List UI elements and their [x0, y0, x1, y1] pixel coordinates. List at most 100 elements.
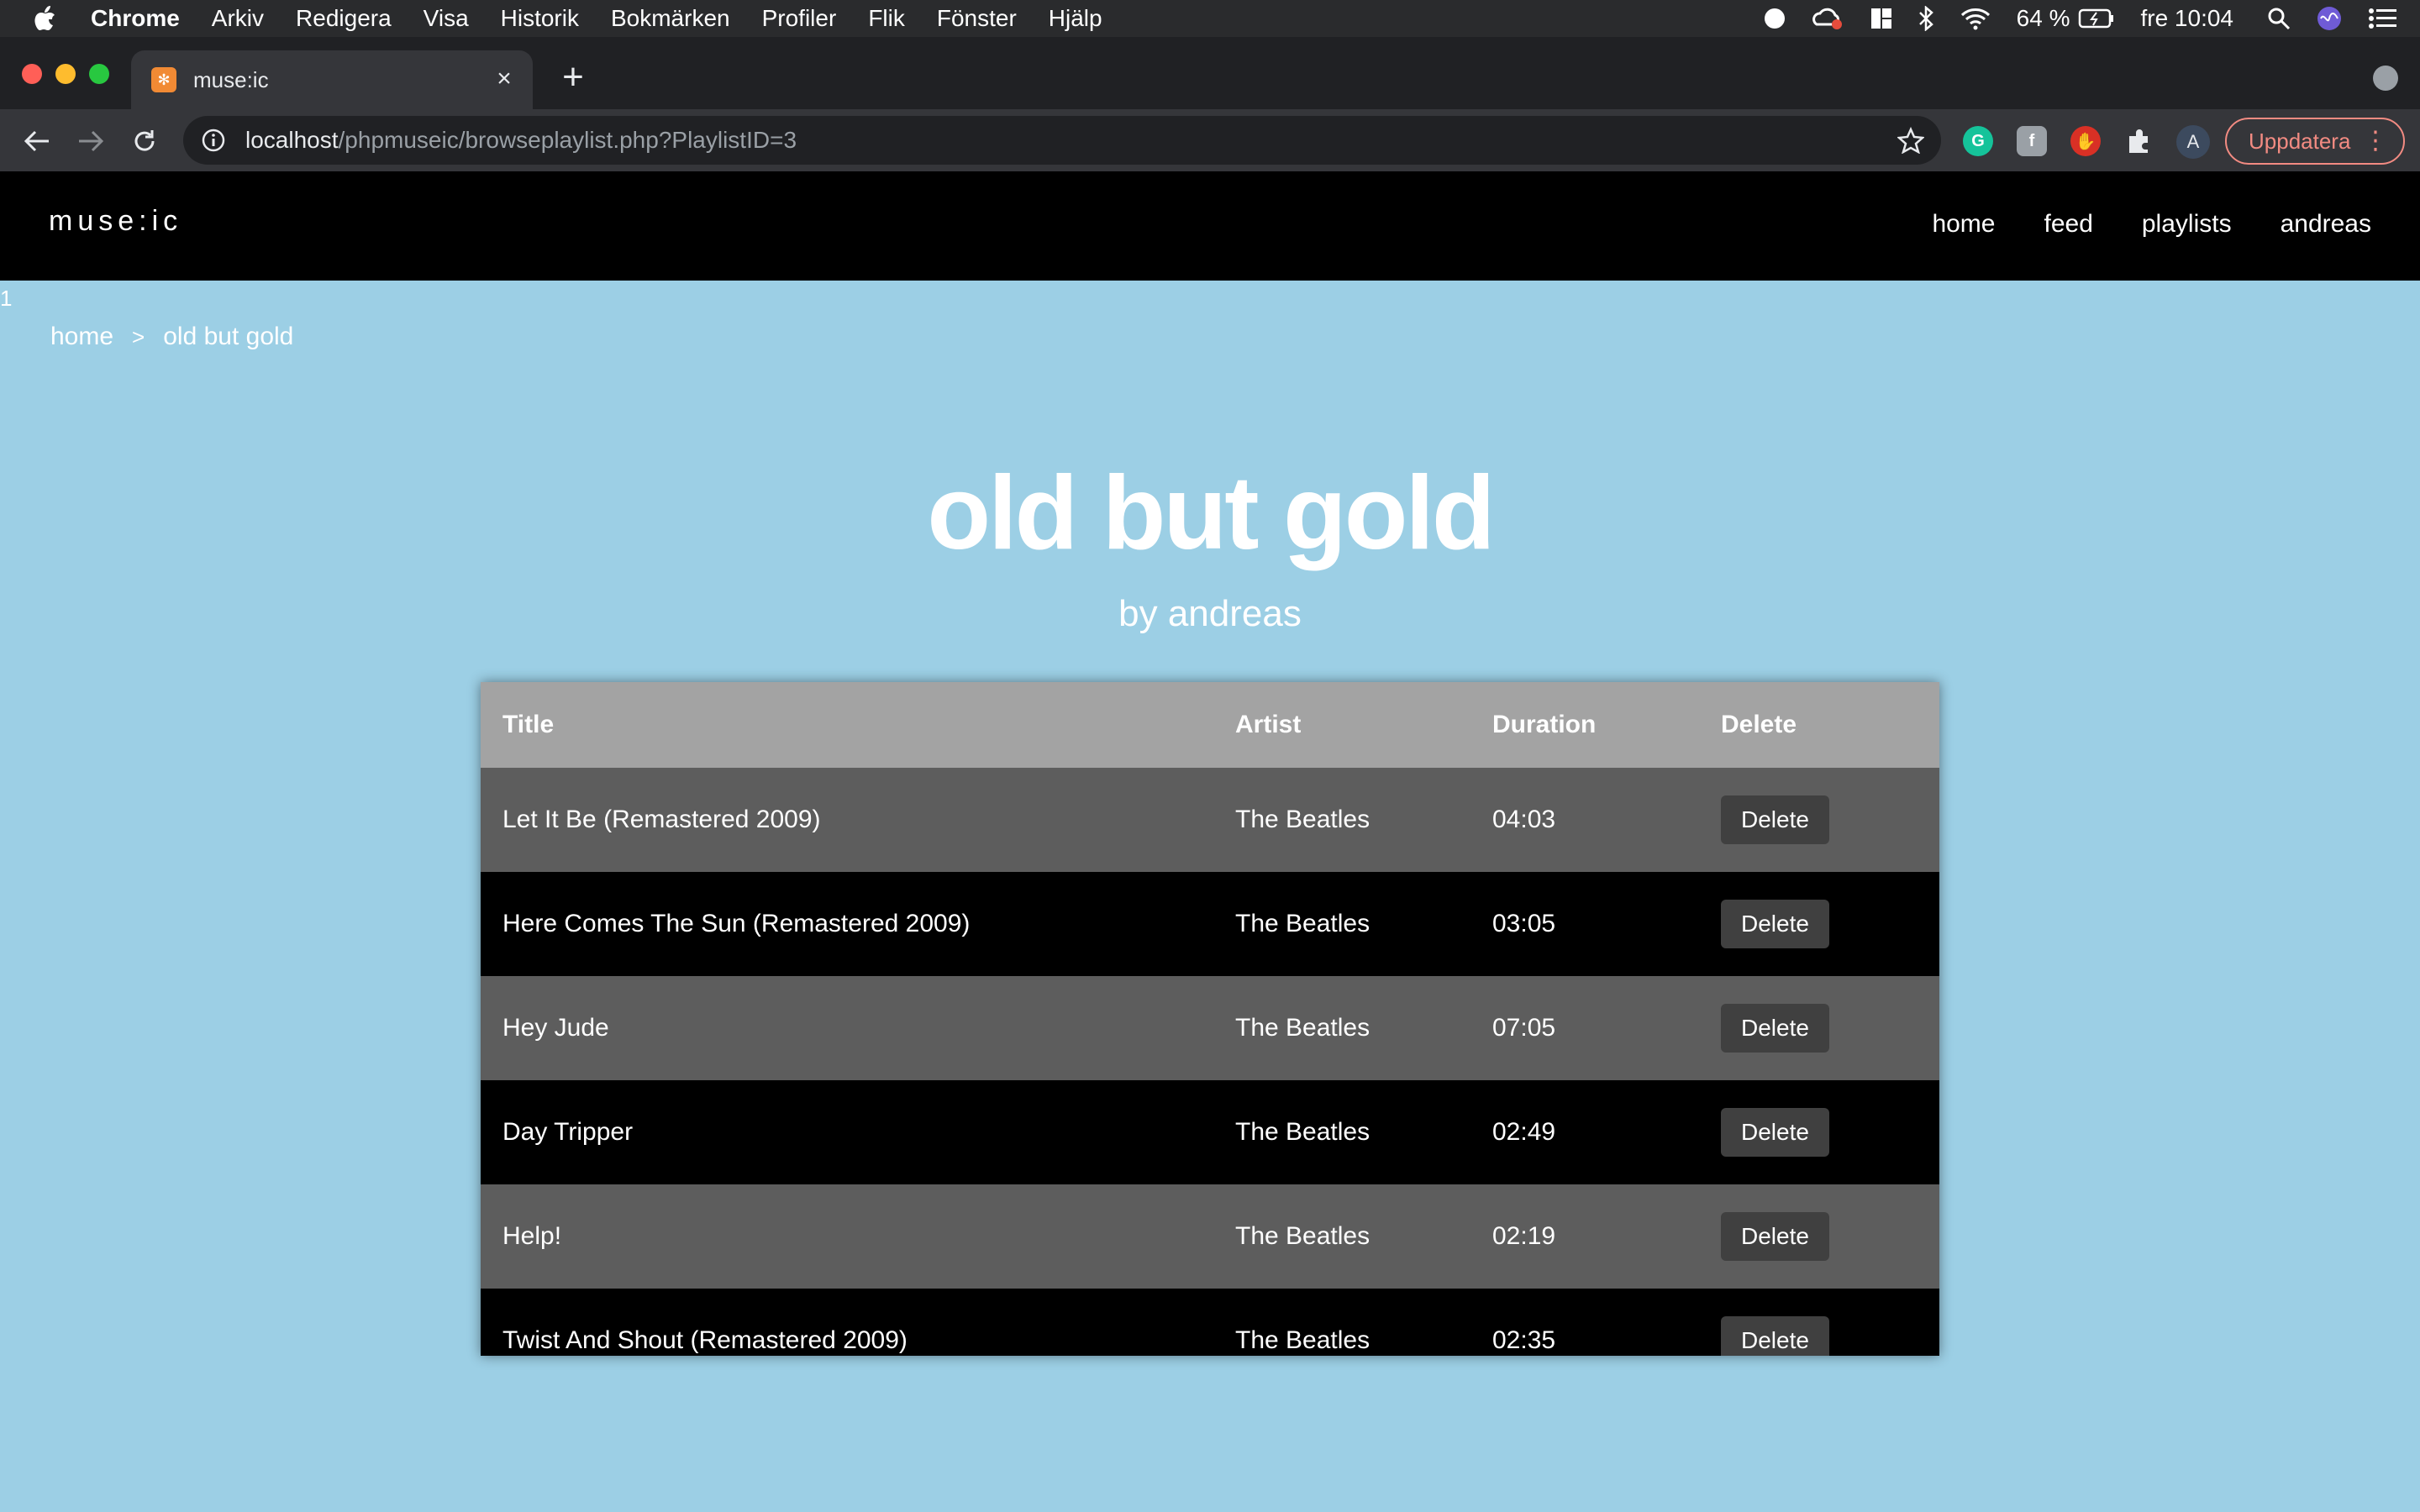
track-title: Hey Jude: [502, 1014, 609, 1042]
url-text[interactable]: localhost/phpmuseic/browseplaylist.php?P…: [245, 127, 797, 154]
track-artist: The Beatles: [1235, 910, 1370, 937]
menu-arkiv[interactable]: Arkiv: [212, 5, 264, 32]
table-row: Twist And Shout (Remastered 2009) The Be…: [481, 1289, 1939, 1356]
track-artist: The Beatles: [1235, 1014, 1370, 1042]
site-navbar: muse:ic home feed playlists andreas: [0, 171, 2420, 281]
breadcrumb-chevron-icon: >: [132, 323, 145, 349]
track-duration: 02:19: [1492, 1222, 1556, 1250]
battery-icon[interactable]: [2078, 8, 2115, 29]
table-row: Let It Be (Remastered 2009) The Beatles …: [481, 768, 1939, 872]
forward-arrow-icon[interactable]: [74, 124, 108, 158]
delete-button[interactable]: Delete: [1721, 900, 1829, 948]
table-row: Hey Jude The Beatles 07:05 Delete: [481, 976, 1939, 1080]
wifi-icon[interactable]: [1960, 7, 1991, 30]
adblock-extension-icon[interactable]: ✋: [2070, 126, 2101, 156]
address-bar[interactable]: localhost/phpmuseic/browseplaylist.php?P…: [183, 116, 1941, 165]
table-row: Help! The Beatles 02:19 Delete: [481, 1184, 1939, 1289]
grammarly-extension-icon[interactable]: G: [1963, 126, 1993, 156]
track-title: Day Tripper: [502, 1118, 634, 1146]
debug-output-text: 1: [0, 286, 13, 311]
track-artist: The Beatles: [1235, 1326, 1370, 1354]
menu-historik[interactable]: Historik: [501, 5, 579, 32]
creative-cloud-icon[interactable]: [1812, 6, 1845, 31]
new-tab-icon[interactable]: +: [556, 59, 590, 96]
bookmark-star-icon[interactable]: [1897, 126, 1925, 155]
table-row: Here Comes The Sun (Remastered 2009) The…: [481, 872, 1939, 976]
clock[interactable]: fre 10:04: [2140, 5, 2233, 32]
spotlight-search-icon[interactable]: [2267, 7, 2291, 30]
notification-center-icon[interactable]: [2368, 8, 2396, 29]
track-artist: The Beatles: [1235, 1222, 1370, 1250]
track-duration: 02:49: [1492, 1118, 1556, 1146]
nav-home-link[interactable]: home: [1932, 210, 1995, 239]
extensions-puzzle-icon[interactable]: [2124, 126, 2154, 156]
menu-redigera[interactable]: Redigera: [296, 5, 392, 32]
header-duration: Duration: [1492, 711, 1597, 738]
breadcrumb: home > old but gold: [50, 323, 293, 351]
playlist-title: old but gold: [927, 455, 1495, 571]
url-path: /phpmuseic/browseplaylist.php?PlaylistID…: [338, 127, 797, 153]
update-label: Uppdatera: [2249, 128, 2351, 154]
site-info-icon[interactable]: [200, 127, 227, 154]
menu-fonster[interactable]: Fönster: [937, 5, 1017, 32]
table-header-row: Title Artist Duration Delete: [481, 682, 1939, 768]
bluetooth-icon[interactable]: [1918, 6, 1934, 31]
header-delete: Delete: [1721, 711, 1797, 738]
breadcrumb-current: old but gold: [163, 323, 294, 350]
macos-menu-bar: Chrome Arkiv Redigera Visa Historik Bokm…: [0, 0, 2420, 37]
site-nav-links: home feed playlists andreas: [1883, 210, 2371, 239]
window-minimize-button[interactable]: [55, 64, 76, 84]
browser-tab-strip: ✻ muse:ic × +: [0, 37, 2420, 109]
header-artist: Artist: [1235, 711, 1302, 738]
nav-feed-link[interactable]: feed: [2044, 210, 2092, 239]
tab-close-icon[interactable]: ×: [491, 66, 518, 92]
delete-button[interactable]: Delete: [1721, 795, 1829, 844]
track-artist: The Beatles: [1235, 806, 1370, 833]
table-row: Day Tripper The Beatles 02:49 Delete: [481, 1080, 1939, 1184]
more-menu-icon[interactable]: ⋮: [2363, 126, 2388, 155]
playlist-author: by andreas: [1118, 593, 1302, 634]
xampp-favicon-icon: ✻: [151, 67, 176, 92]
tab-search-icon[interactable]: [2373, 66, 2398, 91]
track-title: Let It Be (Remastered 2009): [502, 806, 821, 833]
tab-title: muse:ic: [193, 66, 269, 92]
menu-app-name[interactable]: Chrome: [91, 5, 180, 32]
track-duration: 07:05: [1492, 1014, 1556, 1042]
window-close-button[interactable]: [22, 64, 42, 84]
battery-percent: 64 %: [2016, 5, 2070, 31]
reload-icon[interactable]: [128, 124, 161, 158]
nav-user-link[interactable]: andreas: [2281, 210, 2371, 239]
delete-button[interactable]: Delete: [1721, 1108, 1829, 1157]
record-icon[interactable]: [1763, 7, 1786, 30]
delete-button[interactable]: Delete: [1721, 1316, 1829, 1356]
delete-button[interactable]: Delete: [1721, 1004, 1829, 1053]
menu-bokmarken[interactable]: Bokmärken: [611, 5, 730, 32]
site-logo[interactable]: muse:ic: [49, 205, 182, 238]
track-duration: 03:05: [1492, 910, 1556, 937]
browser-tab-active[interactable]: ✻ muse:ic ×: [131, 50, 533, 109]
menu-flik[interactable]: Flik: [868, 5, 905, 32]
apple-icon[interactable]: [32, 4, 66, 33]
menu-visa[interactable]: Visa: [424, 5, 469, 32]
delete-button[interactable]: Delete: [1721, 1212, 1829, 1261]
window-zoom-button[interactable]: [89, 64, 109, 84]
window-layout-icon[interactable]: [1870, 8, 1892, 29]
browser-toolbar: localhost/phpmuseic/browseplaylist.php?P…: [0, 109, 2420, 171]
facebook-extension-icon[interactable]: f: [2017, 126, 2047, 156]
url-host: localhost: [245, 127, 339, 153]
header-title: Title: [502, 711, 555, 738]
track-duration: 04:03: [1492, 806, 1556, 833]
breadcrumb-home-link[interactable]: home: [50, 323, 113, 351]
track-title: Help!: [502, 1222, 562, 1250]
update-button[interactable]: Uppdatera ⋮: [2225, 118, 2405, 165]
track-title: Twist And Shout (Remastered 2009): [502, 1326, 908, 1354]
menu-hjalp[interactable]: Hjälp: [1049, 5, 1102, 32]
nav-playlists-link[interactable]: playlists: [2142, 210, 2232, 239]
playlist-table: Title Artist Duration Delete Let It Be (…: [481, 682, 1939, 1356]
profile-avatar[interactable]: A: [2176, 125, 2210, 159]
back-arrow-icon[interactable]: [20, 124, 54, 158]
menu-profiler[interactable]: Profiler: [762, 5, 837, 32]
track-artist: The Beatles: [1235, 1118, 1370, 1146]
track-title: Here Comes The Sun (Remastered 2009): [502, 910, 971, 937]
siri-icon[interactable]: [2316, 5, 2343, 32]
